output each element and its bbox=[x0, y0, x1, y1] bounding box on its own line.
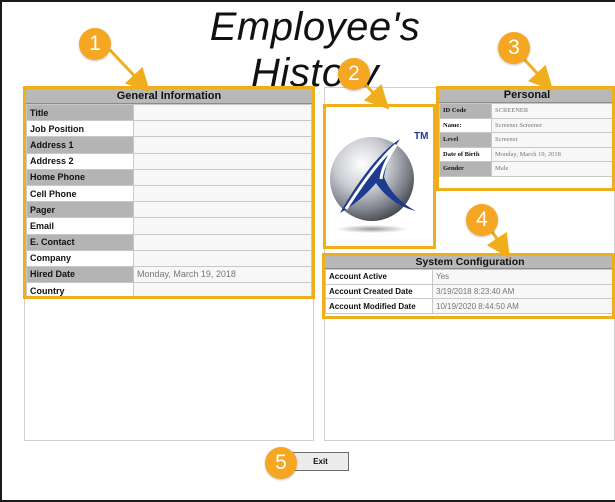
field-label: Account Created Date bbox=[325, 283, 433, 300]
table-row: Account Modified Date 10/19/2020 8:44:50 … bbox=[325, 298, 615, 315]
personal-header: Personal bbox=[439, 88, 615, 103]
callout-2: 2 bbox=[338, 58, 370, 90]
table-row: Title bbox=[26, 103, 312, 122]
table-row: Level Screener bbox=[439, 132, 615, 148]
company-sphere-logo-icon bbox=[330, 137, 416, 233]
general-information-section: General Information Title Job Position Add… bbox=[26, 89, 312, 300]
table-row: ID Code SCREENER bbox=[439, 103, 615, 119]
table-row: Pager bbox=[26, 201, 312, 219]
system-configuration-section: System Configuration Account Active Yes Ac… bbox=[325, 256, 615, 315]
field-value bbox=[133, 217, 312, 235]
field-label: E. Contact bbox=[26, 233, 134, 251]
table-row: Email bbox=[26, 217, 312, 235]
general-information-table: Title Job Position Address 1 Address 2 Home … bbox=[26, 103, 312, 300]
field-value: Yes bbox=[432, 269, 615, 285]
field-label: Country bbox=[26, 282, 134, 300]
field-label: Gender bbox=[439, 161, 492, 177]
field-label: Account Active bbox=[325, 269, 433, 285]
field-value bbox=[133, 120, 312, 138]
table-row: Address 1 bbox=[26, 136, 312, 154]
table-row: Date of Birth Monday, March 19, 2018 bbox=[439, 146, 615, 162]
field-value bbox=[133, 201, 312, 219]
field-value: 10/19/2020 8:44:50 AM bbox=[432, 298, 615, 315]
field-value bbox=[133, 152, 312, 170]
field-value bbox=[133, 136, 312, 154]
field-label: ID Code bbox=[439, 103, 492, 119]
callout-5: 5 bbox=[265, 447, 297, 479]
table-row: Cell Phone bbox=[26, 184, 312, 203]
field-value: 3/19/2018 8:23:40 AM bbox=[432, 283, 615, 300]
exit-button[interactable]: Exit bbox=[292, 452, 349, 471]
field-label: Title bbox=[26, 103, 134, 122]
table-row: Name: Screener Screener bbox=[439, 117, 615, 133]
field-value: SCREENER bbox=[491, 103, 615, 119]
field-value bbox=[133, 249, 312, 267]
system-configuration-table: Account Active Yes Account Created Date 3/1… bbox=[325, 269, 615, 315]
field-label: Account Modified Date bbox=[325, 298, 433, 315]
field-value: Screener Screener bbox=[491, 117, 615, 133]
personal-section: Personal ID Code SCREENER Name: Screener Sc… bbox=[439, 88, 615, 177]
company-logo: TM bbox=[326, 107, 434, 245]
field-label: Email bbox=[26, 217, 134, 235]
field-label: Company bbox=[26, 249, 134, 267]
field-value bbox=[133, 184, 312, 203]
field-value bbox=[133, 103, 312, 122]
trademark-label: TM bbox=[414, 131, 429, 142]
field-label: Date of Birth bbox=[439, 146, 492, 162]
table-row: E. Contact bbox=[26, 233, 312, 251]
field-label: Cell Phone bbox=[26, 184, 134, 203]
table-row: Job Position bbox=[26, 120, 312, 138]
personal-table: ID Code SCREENER Name: Screener Screener Lev… bbox=[439, 103, 615, 177]
callout-4: 4 bbox=[466, 204, 498, 236]
table-row: Address 2 bbox=[26, 152, 312, 170]
table-row: Account Active Yes bbox=[325, 269, 615, 285]
general-information-header: General Information bbox=[26, 89, 312, 104]
field-label: Pager bbox=[26, 201, 134, 219]
table-row: Gender Male bbox=[439, 161, 615, 177]
field-value: Screener bbox=[491, 132, 615, 148]
table-row: Hired Date Monday, March 19, 2018 bbox=[26, 265, 312, 284]
field-value: Monday, March 19, 2018 bbox=[133, 265, 312, 284]
field-label: Hired Date bbox=[26, 265, 134, 284]
table-row: Country bbox=[26, 282, 312, 300]
field-value: Male bbox=[491, 161, 615, 177]
table-row: Home Phone bbox=[26, 168, 312, 186]
field-label: Level bbox=[439, 132, 492, 148]
field-value bbox=[133, 282, 312, 300]
field-label: Job Position bbox=[26, 120, 134, 138]
field-label: Address 2 bbox=[26, 152, 134, 170]
page-title: Employee's History bbox=[209, 5, 421, 95]
field-value: Monday, March 19, 2018 bbox=[491, 146, 615, 162]
field-label: Home Phone bbox=[26, 168, 134, 186]
table-row: Company bbox=[26, 249, 312, 267]
field-label: Name: bbox=[439, 117, 492, 133]
system-configuration-header: System Configuration bbox=[325, 256, 615, 269]
callout-1: 1 bbox=[79, 28, 111, 60]
table-row: Account Created Date 3/19/2018 8:23:40 AM bbox=[325, 283, 615, 300]
field-label: Address 1 bbox=[26, 136, 134, 154]
callout-3: 3 bbox=[498, 32, 530, 64]
field-value bbox=[133, 168, 312, 186]
field-value bbox=[133, 233, 312, 251]
